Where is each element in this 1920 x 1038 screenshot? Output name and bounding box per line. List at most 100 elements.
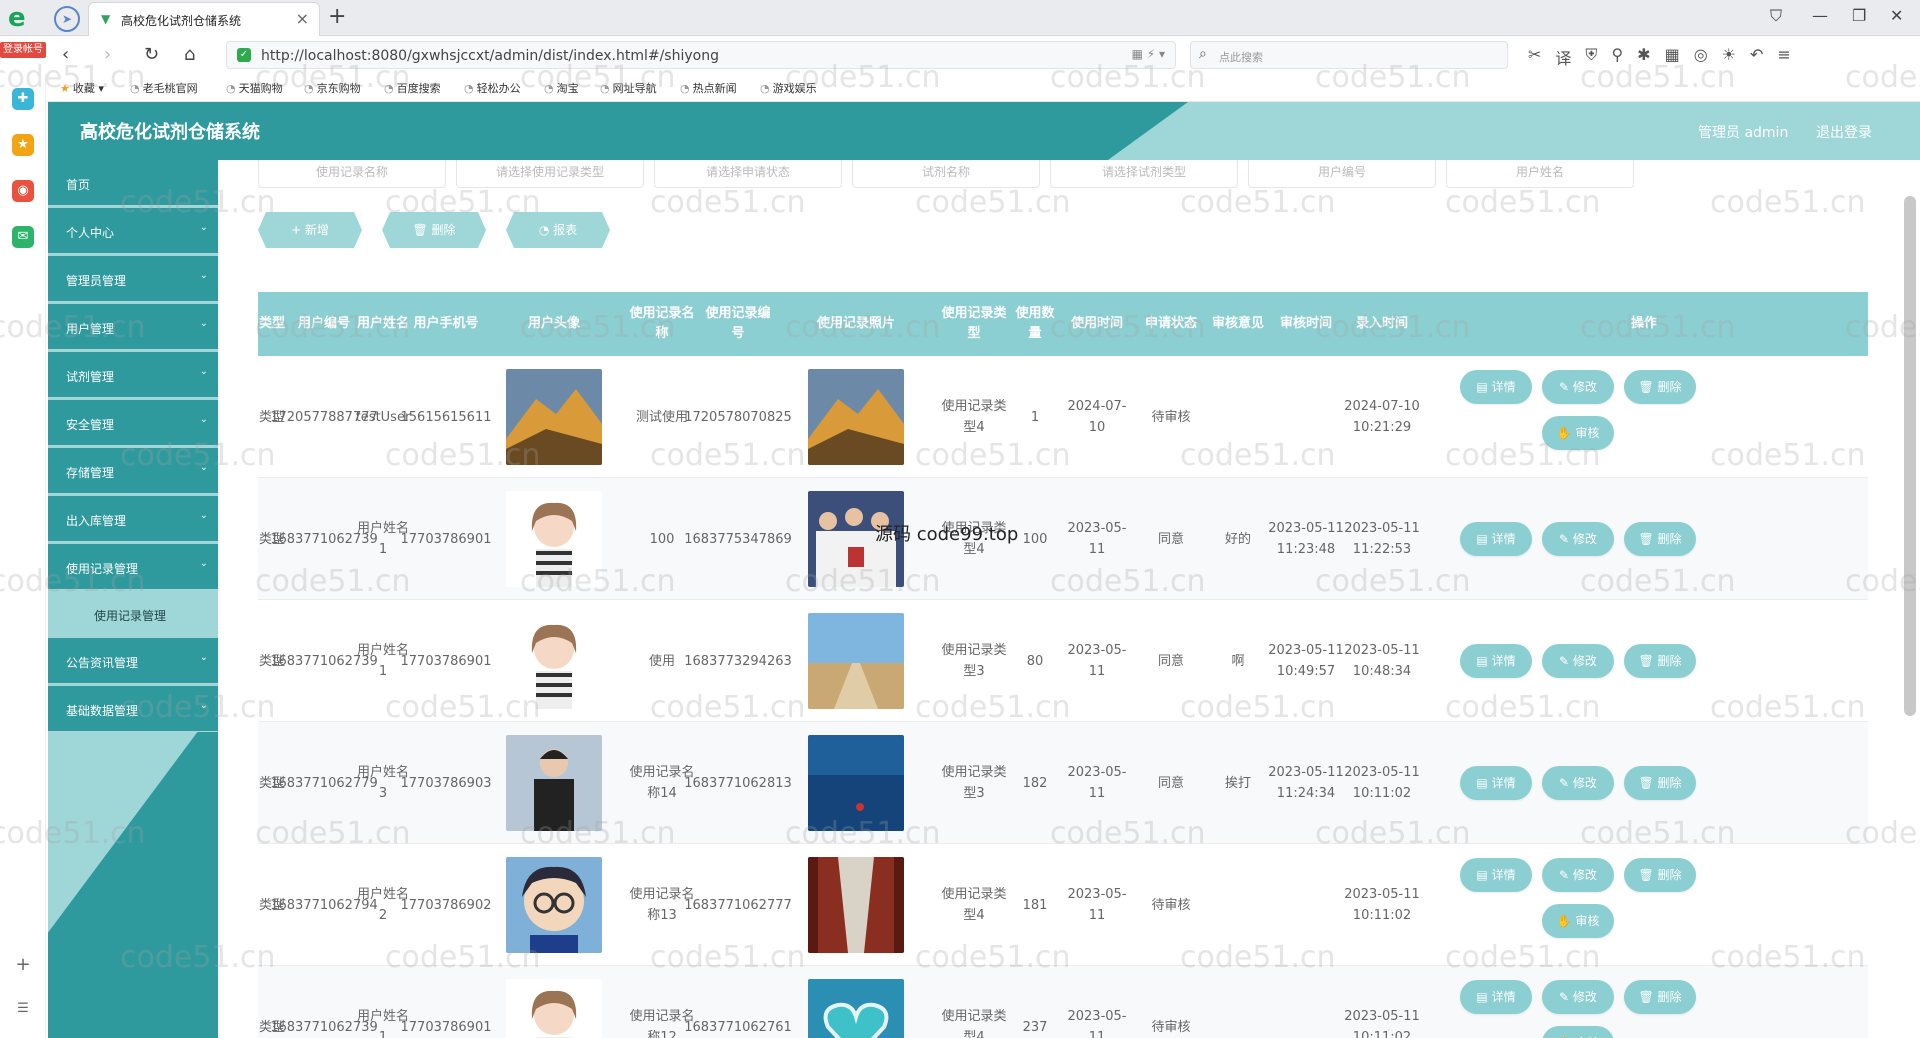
batch-delete-button[interactable]: 🗑 删除	[382, 212, 486, 248]
bookmark-item[interactable]: ◔ 淘宝	[544, 80, 579, 96]
sidebar-subitem-active[interactable]: 使用记录管理	[48, 592, 218, 636]
grid-icon[interactable]: ▦	[1665, 45, 1680, 69]
row-delete-button[interactable]: 🗑 删除	[1624, 858, 1696, 892]
row-detail-button[interactable]: ▤ 详情	[1460, 522, 1532, 556]
navigation-icon[interactable]: ➤	[54, 6, 80, 32]
browser-tab[interactable]: ▼ 高校危化试剂仓储系统 ×	[88, 2, 320, 36]
brightness-icon[interactable]: ☀	[1722, 45, 1736, 69]
sidebar-item[interactable]: 用户管理 ⌄	[48, 304, 218, 350]
bookmark-item[interactable]: ◔ 游戏娱乐	[760, 80, 817, 96]
filter-input[interactable]: 试剂名称	[852, 160, 1040, 188]
sidebar-item[interactable]: 试剂管理 ⌄	[48, 352, 218, 398]
table-row: 类型 1683771062739 用户姓名1 17703786901 100 168377…	[258, 478, 1868, 600]
table-cell-phone: 17703786902	[400, 897, 492, 913]
shield-icon[interactable]: ⛨	[1585, 45, 1597, 69]
home-icon[interactable]: ⌂	[184, 44, 195, 65]
filter-input[interactable]: 用户姓名	[1446, 160, 1634, 188]
record-photo	[808, 735, 904, 831]
filter-input[interactable]: 请选择使用记录类型	[456, 160, 644, 188]
sidebar-item[interactable]: 使用记录管理 ⌄	[48, 544, 218, 590]
translate-icon[interactable]: 译	[1555, 45, 1571, 69]
table-cell-record-no: 1683773294263	[684, 653, 792, 669]
bookmark-item[interactable]: ◔ 轻松办公	[464, 80, 521, 96]
row-audit-button[interactable]: ✋ 审核	[1542, 1026, 1614, 1038]
url-text[interactable]: http://localhost:8080/gxwhsjccxt/admin/d…	[261, 48, 719, 64]
sidebar-item[interactable]: 公告资讯管理 ⌄	[48, 638, 218, 684]
undo-icon[interactable]: ↶	[1750, 45, 1763, 69]
sidebar-item[interactable]: 出入库管理 ⌄	[48, 496, 218, 542]
bookmark-item[interactable]: ◔ 热点新闻	[680, 80, 737, 96]
table-cell-audit-time	[1268, 844, 1344, 966]
extension-icon[interactable]: ✱	[1637, 45, 1650, 69]
bookmark-item[interactable]: ◔ 天猫购物	[226, 80, 283, 96]
back-icon[interactable]: ‹	[62, 44, 69, 65]
restore-icon[interactable]: ❐	[1852, 6, 1866, 25]
shirt-icon[interactable]: ⛉	[1770, 6, 1782, 26]
row-detail-button[interactable]: ▤ 详情	[1460, 370, 1532, 404]
sidebar-item[interactable]: 安全管理 ⌄	[48, 400, 218, 446]
filter-input[interactable]: 请选择试剂类型	[1050, 160, 1238, 188]
user-avatar	[506, 491, 602, 587]
row-delete-button[interactable]: 🗑 删除	[1624, 370, 1696, 404]
row-audit-button[interactable]: ✋ 审核	[1542, 416, 1614, 450]
table-cell-record-no: 1683775347869	[684, 531, 792, 547]
row-detail-button[interactable]: ▤ 详情	[1460, 980, 1532, 1014]
list-icon[interactable]: ☰	[12, 998, 34, 1020]
row-edit-button[interactable]: ✎ 修改	[1542, 644, 1614, 678]
logout-link[interactable]: 退出登录	[1816, 122, 1872, 142]
row-detail-button[interactable]: ▤ 详情	[1460, 766, 1532, 800]
menu-icon[interactable]: ≡	[1777, 45, 1790, 69]
magnifier-icon[interactable]: ⚲	[1611, 45, 1623, 69]
sidebar-item[interactable]: 存储管理 ⌄	[48, 448, 218, 494]
url-actions-icon[interactable]: ▦ ⚡ ▾	[1132, 47, 1165, 61]
row-delete-button[interactable]: 🗑 删除	[1624, 980, 1696, 1014]
sidebar-item[interactable]: 基础数据管理 ⌄	[48, 686, 218, 732]
weibo-icon[interactable]: ◉	[12, 180, 34, 202]
window-close-icon[interactable]: ✕	[1890, 6, 1903, 25]
browser-search[interactable]: ⌕ 点此搜索	[1190, 41, 1508, 69]
new-tab-icon[interactable]: +	[328, 4, 346, 29]
row-delete-button[interactable]: 🗑 删除	[1624, 644, 1696, 678]
filter-input[interactable]: 使用记录名称	[258, 160, 446, 188]
row-edit-button[interactable]: ✎ 修改	[1542, 980, 1614, 1014]
page-scrollbar[interactable]	[1904, 196, 1916, 716]
sidebar-item[interactable]: 管理员管理 ⌄	[48, 256, 218, 302]
report-button[interactable]: ◔ 报表	[506, 212, 610, 248]
minimize-icon[interactable]: —	[1812, 6, 1828, 25]
mail-icon[interactable]: ✉	[12, 226, 34, 248]
table-cell-user-no: 1683771062779	[270, 775, 378, 791]
forward-icon[interactable]: ›	[104, 44, 111, 65]
bookmark-item[interactable]: ◔ 网址导航	[600, 80, 657, 96]
filter-input[interactable]: 用户编号	[1248, 160, 1436, 188]
star-app-icon[interactable]: ★	[12, 134, 34, 156]
url-field[interactable]: ✓ http://localhost:8080/gxwhsjccxt/admin…	[226, 41, 1176, 69]
login-badge[interactable]: 登录帐号	[0, 42, 46, 58]
close-tab-icon[interactable]: ×	[296, 9, 309, 28]
row-edit-button[interactable]: ✎ 修改	[1542, 858, 1614, 892]
scissors-icon[interactable]: ✂	[1528, 45, 1541, 69]
filter-input[interactable]: 请选择申请状态	[654, 160, 842, 188]
watermark-center: 源码 code99.top	[875, 524, 1019, 545]
row-edit-button[interactable]: ✎ 修改	[1542, 370, 1614, 404]
bookmark-favorites[interactable]: ★ 收藏 ▾	[60, 80, 104, 96]
row-detail-button[interactable]: ▤ 详情	[1460, 858, 1532, 892]
row-delete-button[interactable]: 🗑 删除	[1624, 766, 1696, 800]
bookmark-item[interactable]: ◔ 京东购物	[304, 80, 361, 96]
add-button[interactable]: + 新增	[258, 212, 362, 248]
refresh-icon[interactable]: ↻	[144, 44, 159, 65]
sidebar-item[interactable]: 个人中心 ⌄	[48, 208, 218, 254]
bookmark-item[interactable]: ◔ 老毛桃官网	[130, 80, 198, 96]
doc-icon: ▤	[1476, 654, 1492, 668]
row-delete-button[interactable]: 🗑 删除	[1624, 522, 1696, 556]
edge-icon[interactable]: ◎	[1694, 45, 1708, 69]
row-detail-button[interactable]: ▤ 详情	[1460, 644, 1532, 678]
add-icon[interactable]: +	[12, 954, 34, 976]
row-edit-button[interactable]: ✎ 修改	[1542, 522, 1614, 556]
row-audit-button[interactable]: ✋ 审核	[1542, 904, 1614, 938]
sidebar-item[interactable]: 首页	[48, 160, 218, 206]
header-accent	[1108, 102, 1920, 160]
plus-app-icon[interactable]: ✚	[12, 88, 34, 110]
row-edit-button[interactable]: ✎ 修改	[1542, 766, 1614, 800]
bookmark-item[interactable]: ◔ 百度搜索	[384, 80, 441, 96]
table-cell-audit-time: 2023-05-11 11:24:34	[1268, 765, 1344, 801]
